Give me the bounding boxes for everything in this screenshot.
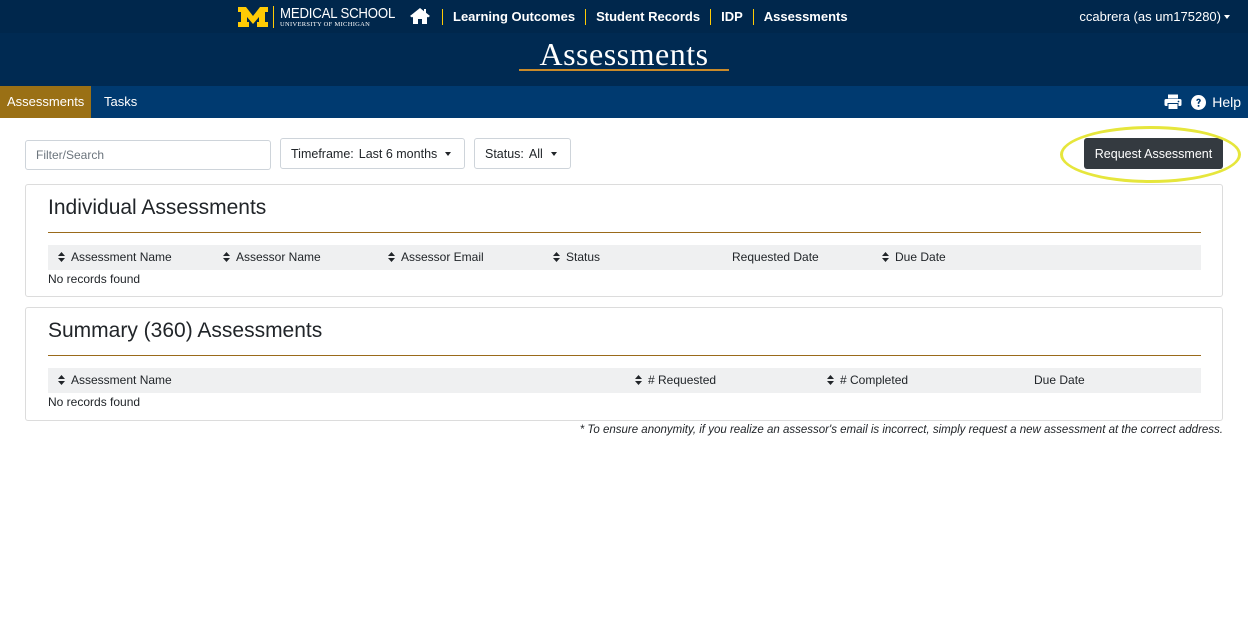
empty-state-text: No records found (48, 395, 141, 409)
status-dropdown[interactable]: Status: All (474, 138, 571, 169)
timeframe-value: Last 6 months (358, 146, 438, 161)
anonymity-footnote: * To ensure anonymity, if you realize an… (579, 424, 1223, 436)
home-icon[interactable] (409, 7, 431, 25)
block-m-logo-icon (238, 7, 268, 27)
column-label: Assessment Name (71, 373, 172, 387)
sort-icon (827, 374, 834, 385)
status-label: Status: (485, 146, 524, 161)
title-bar: Assessments (0, 33, 1248, 86)
summary-assessments-card: Summary (360) Assessments Assessment Nam… (25, 307, 1223, 421)
column-label: Status (566, 250, 601, 264)
nav-assessments[interactable]: Assessments (754, 9, 858, 24)
sort-icon (882, 251, 889, 262)
request-assessment-button[interactable]: Request Assessment (1084, 138, 1223, 169)
section-divider (48, 355, 1201, 356)
column-completed-count[interactable]: # Completed (827, 368, 908, 393)
tab-assessments[interactable]: Assessments (0, 86, 92, 118)
column-label: Due Date (895, 250, 946, 264)
column-assessor-name[interactable]: Assessor Name (223, 245, 321, 270)
caret-down-icon (550, 151, 557, 156)
nav-idp[interactable]: IDP (711, 9, 753, 24)
column-label: Requested Date (732, 250, 819, 264)
logo-main-text: MEDICAL SCHOOL (280, 4, 396, 22)
logo-divider (273, 6, 274, 28)
column-label: Assessor Name (236, 250, 321, 264)
title-underline (519, 69, 729, 71)
section-title: Individual Assessments (48, 196, 267, 219)
column-requested-date[interactable]: Requested Date (732, 245, 819, 270)
column-label: Assessment Name (71, 250, 172, 264)
column-requested-count[interactable]: # Requested (635, 368, 716, 393)
logo-sub-text: UNIVERSITY OF MICHIGAN (280, 20, 371, 28)
individual-assessments-card: Individual Assessments Assessment Name A… (25, 184, 1223, 297)
sort-icon (223, 251, 230, 262)
page-title: Assessments (539, 36, 709, 72)
search-input[interactable] (25, 140, 271, 170)
logo-text: MEDICAL SCHOOL UNIVERSITY OF MICHIGAN (280, 6, 411, 29)
empty-state-text: No records found (48, 272, 141, 286)
column-label: # Requested (648, 373, 717, 387)
help-link[interactable]: Help (1191, 94, 1241, 110)
column-label: # Completed (840, 373, 909, 387)
table-header: Assessment Name Assessor Name Assessor E… (48, 245, 1201, 270)
column-due-date[interactable]: Due Date (1034, 368, 1085, 393)
table-header: Assessment Name # Requested # Completed … (48, 368, 1201, 393)
question-circle-icon (1191, 94, 1207, 110)
user-name: ccabrera (as um175280) (1079, 9, 1221, 24)
nav-learning-outcomes[interactable]: Learning Outcomes (443, 9, 585, 24)
sort-icon (58, 251, 65, 262)
column-due-date[interactable]: Due Date (882, 245, 946, 270)
column-assessment-name[interactable]: Assessment Name (58, 245, 172, 270)
sort-icon (58, 374, 65, 385)
column-label: Due Date (1034, 373, 1085, 387)
timeframe-dropdown[interactable]: Timeframe: Last 6 months (280, 138, 465, 169)
section-title: Summary (360) Assessments (48, 319, 323, 342)
sort-icon (635, 374, 642, 385)
help-label: Help (1212, 94, 1241, 110)
main-nav: Learning Outcomes Student Records IDP As… (442, 0, 858, 33)
timeframe-label: Timeframe: (291, 146, 354, 161)
printer-icon[interactable] (1164, 94, 1182, 110)
sort-icon (388, 251, 395, 262)
toolbar-tools: Help (1164, 86, 1241, 118)
tab-bar: Assessments Tasks Help (0, 86, 1248, 118)
column-assessment-name[interactable]: Assessment Name (58, 368, 172, 393)
column-label: Assessor Email (401, 250, 484, 264)
status-value: All (528, 146, 543, 161)
caret-down-icon (445, 151, 452, 156)
sort-icon (553, 251, 560, 262)
nav-student-records[interactable]: Student Records (586, 9, 710, 24)
column-assessor-email[interactable]: Assessor Email (388, 245, 484, 270)
section-divider (48, 232, 1201, 233)
chevron-down-icon (1224, 14, 1230, 19)
top-navbar: MEDICAL SCHOOL UNIVERSITY OF MICHIGAN Le… (0, 0, 1248, 33)
column-status[interactable]: Status (553, 245, 600, 270)
medical-school-logo[interactable]: MEDICAL SCHOOL UNIVERSITY OF MICHIGAN (237, 5, 411, 29)
user-menu[interactable]: ccabrera (as um175280) (1079, 0, 1230, 33)
tab-tasks[interactable]: Tasks (97, 86, 144, 118)
